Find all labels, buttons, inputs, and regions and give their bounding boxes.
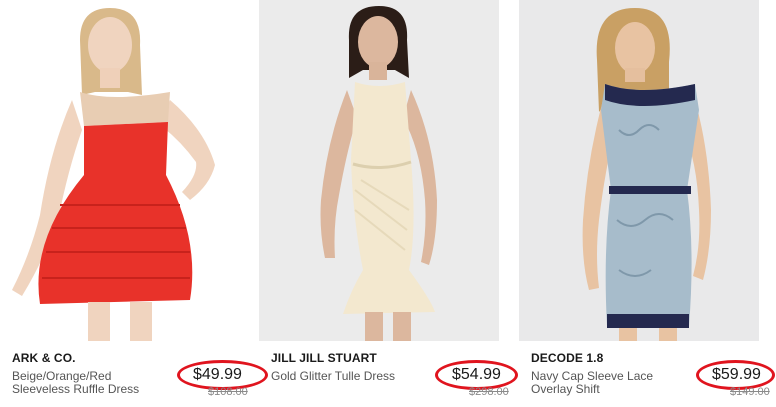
original-price: $108.00	[208, 386, 248, 398]
product-brand[interactable]: DECODE 1.8	[531, 351, 603, 365]
product-card[interactable]: DECODE 1.8 Navy Cap Sleeve Lace Overlay …	[519, 0, 776, 407]
product-image[interactable]	[259, 0, 499, 341]
product-name[interactable]: Beige/Orange/Red Sleeveless Ruffle Dress	[12, 370, 167, 395]
original-price: $298.00	[469, 386, 509, 398]
product-image[interactable]	[519, 0, 759, 341]
model-lace-dress-photo	[582, 8, 711, 341]
product-card[interactable]: JILL JILL STUART Gold Glitter Tulle Dres…	[259, 0, 518, 407]
sale-price: $49.99	[193, 366, 242, 383]
sale-price: $59.99	[712, 366, 761, 383]
product-card[interactable]: ARK & CO. Beige/Orange/Red Sleeveless Ru…	[0, 0, 268, 407]
sale-price: $54.99	[452, 366, 501, 383]
product-name[interactable]: Gold Glitter Tulle Dress	[271, 370, 426, 383]
model-red-dress-photo	[12, 8, 215, 341]
product-brand[interactable]: JILL JILL STUART	[271, 351, 377, 365]
model-cream-dress-photo	[320, 6, 437, 341]
product-brand[interactable]: ARK & CO.	[12, 351, 76, 365]
product-name[interactable]: Navy Cap Sleeve Lace Overlay Shift	[531, 370, 686, 395]
original-price: $149.00	[730, 386, 770, 398]
product-image[interactable]	[0, 0, 240, 341]
